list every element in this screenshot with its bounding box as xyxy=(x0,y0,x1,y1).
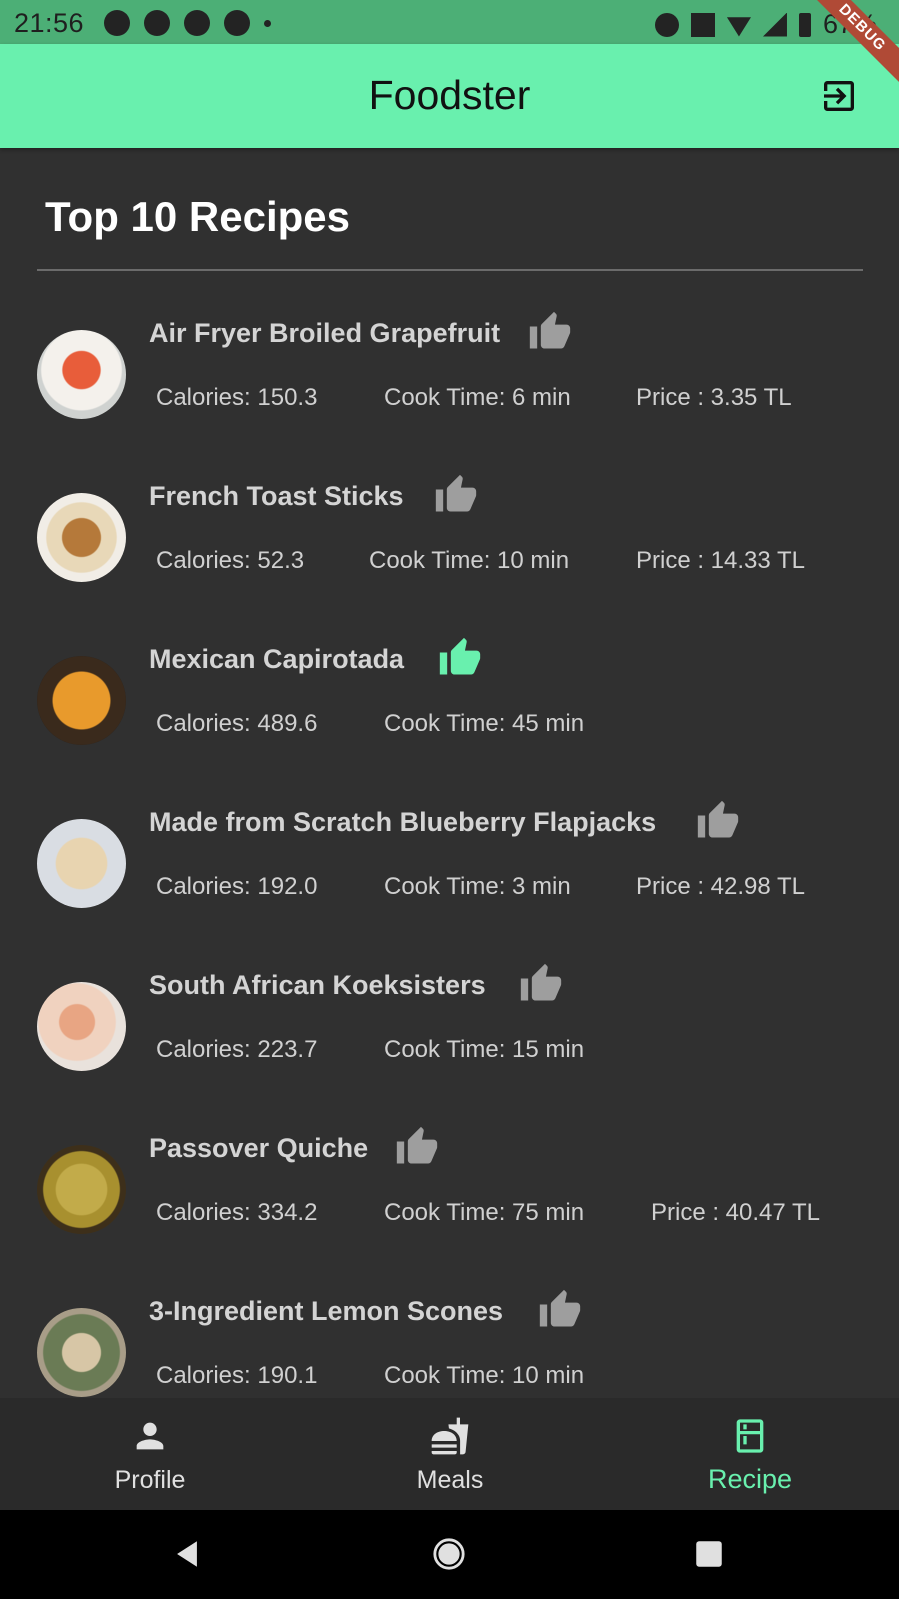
recipe-price: Price : 42.98 TL xyxy=(636,873,805,900)
battery-icon xyxy=(798,12,811,37)
bottom-navigation: Profile Meals Recipe xyxy=(0,1398,899,1510)
nav-item-profile[interactable]: Profile xyxy=(0,1398,300,1510)
recipe-image xyxy=(37,330,126,419)
app-icon xyxy=(224,10,250,36)
app-title: Foodster xyxy=(368,72,531,118)
recipe-item[interactable]: French Toast Sticks Calories: 52.3 Cook Ti… xyxy=(0,463,899,623)
kitchen-icon xyxy=(736,1419,764,1453)
app-bar: Foodster xyxy=(0,44,899,148)
thumb-up-icon[interactable] xyxy=(528,310,572,354)
recents-icon[interactable] xyxy=(692,1537,726,1571)
thumb-up-icon[interactable] xyxy=(395,1125,439,1169)
recipe-item[interactable]: Made from Scratch Blueberry Flapjacks Cal… xyxy=(0,789,899,949)
recipe-cook-time: Cook Time: 6 min xyxy=(384,384,571,411)
recipe-item[interactable]: Mexican Capirotada Calories: 489.6 Cook Ti… xyxy=(0,626,899,786)
recipe-calories: Calories: 489.6 xyxy=(156,710,318,737)
recipe-calories: Calories: 223.7 xyxy=(156,1036,318,1063)
recipe-name: South African Koeksisters xyxy=(149,970,486,1000)
recipe-name: Made from Scratch Blueberry Flapjacks xyxy=(149,807,657,837)
recipe-item[interactable]: Air Fryer Broiled Grapefruit Calories: 15… xyxy=(0,300,899,460)
recipe-list-screen: Top 10 Recipes Air Fryer Broiled Grapefr… xyxy=(0,148,899,1398)
thumb-up-icon[interactable] xyxy=(538,1288,582,1332)
recipe-item[interactable]: 3-Ingredient Lemon Scones Calories: 190.1… xyxy=(0,1278,899,1398)
nav-item-meals[interactable]: Meals xyxy=(300,1398,600,1510)
back-icon[interactable] xyxy=(170,1537,204,1571)
more-notifications-icon xyxy=(264,20,271,27)
thumb-up-icon[interactable] xyxy=(519,962,563,1006)
recipe-image xyxy=(37,1308,126,1397)
nav-label-profile: Profile xyxy=(114,1466,186,1494)
person-icon xyxy=(136,1422,164,1450)
recipe-image xyxy=(37,493,126,582)
status-bar: 21:56 67% xyxy=(0,0,899,44)
status-time: 21:56 xyxy=(14,8,85,38)
recipe-name: 3-Ingredient Lemon Scones xyxy=(149,1296,504,1326)
snapchat-icon xyxy=(104,10,130,36)
signal-icon xyxy=(762,12,787,37)
section-title: Top 10 Recipes xyxy=(45,193,350,240)
nav-label-meals: Meals xyxy=(416,1466,484,1494)
thumb-up-icon[interactable] xyxy=(434,473,478,517)
recipe-image xyxy=(37,656,126,745)
recipe-cook-time: Cook Time: 10 min xyxy=(369,547,570,574)
slack-icon xyxy=(184,10,210,36)
notification-icons xyxy=(104,10,271,36)
wifi-icon xyxy=(726,17,751,37)
recipe-name: French Toast Sticks xyxy=(149,481,404,511)
home-icon[interactable] xyxy=(432,1537,466,1571)
nav-label-recipe: Recipe xyxy=(707,1464,793,1494)
recipe-cook-time: Cook Time: 75 min xyxy=(384,1199,585,1226)
recipe-price: Price : 3.35 TL xyxy=(636,384,792,411)
thumb-up-icon[interactable] xyxy=(438,636,482,680)
recipe-name: Passover Quiche xyxy=(149,1133,369,1163)
nav-item-recipe[interactable]: Recipe xyxy=(600,1398,899,1510)
recipe-image xyxy=(37,819,126,908)
recipe-calories: Calories: 334.2 xyxy=(156,1199,318,1226)
divider xyxy=(37,269,863,271)
recipe-cook-time: Cook Time: 45 min xyxy=(384,710,585,737)
logout-icon[interactable] xyxy=(819,76,859,116)
recipe-price: Price : 40.47 TL xyxy=(651,1199,820,1226)
recipe-calories: Calories: 192.0 xyxy=(156,873,318,900)
recipe-name: Mexican Capirotada xyxy=(149,644,405,674)
recipe-image xyxy=(37,982,126,1071)
recipe-calories: Calories: 150.3 xyxy=(156,384,318,411)
recipe-calories: Calories: 190.1 xyxy=(156,1362,318,1389)
recipe-cook-time: Cook Time: 3 min xyxy=(384,873,571,900)
vibrate-icon xyxy=(690,12,715,37)
recipe-image xyxy=(37,1145,126,1234)
recipe-price: Price : 14.33 TL xyxy=(636,547,805,574)
recipe-cook-time: Cook Time: 15 min xyxy=(384,1036,585,1063)
system-navigation-bar xyxy=(0,1510,899,1599)
recipe-calories: Calories: 52.3 xyxy=(156,547,305,574)
recipe-cook-time: Cook Time: 10 min xyxy=(384,1362,585,1389)
fastfood-icon xyxy=(431,1417,469,1455)
thumb-up-icon[interactable] xyxy=(696,799,740,843)
snapchat-icon xyxy=(144,10,170,36)
recipe-name: Air Fryer Broiled Grapefruit xyxy=(149,318,501,348)
alarm-icon xyxy=(654,12,679,37)
recipe-item[interactable]: Passover Quiche Calories: 334.2 Cook Time:… xyxy=(0,1115,899,1275)
recipe-item[interactable]: South African Koeksisters Calories: 223.7… xyxy=(0,952,899,1112)
